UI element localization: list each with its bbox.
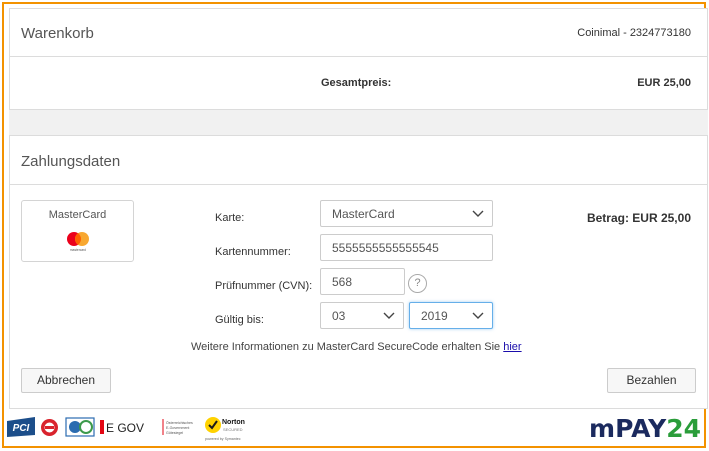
mpay-m: m <box>589 414 616 443</box>
chevron-down-icon <box>472 210 484 217</box>
mastercard-logo-text: mastercard <box>70 248 86 252</box>
payment-panel: Zahlungsdaten MasterCard mastercard Kart… <box>9 135 708 409</box>
mpay24-logo: mPAY24 <box>589 414 701 443</box>
norton-powered-by: powered by Symantec <box>205 437 241 441</box>
egov-logo-icon: E GOV <box>100 420 144 435</box>
card-label: Karte: <box>215 212 245 224</box>
egov-logo-text: E GOV <box>106 421 144 435</box>
checkout-frame: Warenkorb Coinimal - 2324773180 Gesamtpr… <box>2 2 708 450</box>
svg-text:Österreichisches: Österreichisches <box>166 421 193 425</box>
amount-label: Betrag: EUR 25,00 <box>586 211 691 225</box>
ecg-seal-icon <box>65 417 95 437</box>
cart-title: Warenkorb <box>21 25 94 42</box>
cvn-label: Prüfnummer (CVN): <box>215 280 313 292</box>
card-type-select[interactable]: MasterCard <box>320 200 493 227</box>
help-icon[interactable]: ? <box>408 274 427 293</box>
cart-panel: Warenkorb Coinimal - 2324773180 Gesamtpr… <box>9 8 708 110</box>
card-number-input[interactable]: 5555555555555545 <box>320 234 493 261</box>
valid-until-label: Gültig bis: <box>215 314 264 326</box>
svg-text:Gütesiegel: Gütesiegel <box>166 431 183 435</box>
footer-logos: PCI E GOV Österreichisches E-Government … <box>7 414 707 450</box>
section-divider <box>9 110 708 136</box>
mpay-24: 24 <box>666 414 701 443</box>
pay-button[interactable]: Bezahlen <box>607 368 696 393</box>
verified-seal-icon <box>41 419 58 436</box>
cvn-value: 568 <box>332 275 353 289</box>
card-type-value: MasterCard <box>332 207 395 221</box>
merchant-info: Coinimal - 2324773180 <box>577 27 691 39</box>
pci-logo-icon: PCI <box>7 417 35 437</box>
cvn-input[interactable]: 568 <box>320 268 405 295</box>
expiry-year-value: 2019 <box>421 309 448 323</box>
norton-title: Norton <box>222 419 245 426</box>
expiry-month-select[interactable]: 03 <box>320 302 404 329</box>
chevron-down-icon <box>472 312 484 319</box>
mpay-pay: PAY <box>615 414 667 443</box>
checkout-page: Warenkorb Coinimal - 2324773180 Gesamtpr… <box>9 8 708 409</box>
chevron-down-icon <box>383 312 395 319</box>
card-brand-box: MasterCard mastercard <box>21 200 134 262</box>
cart-header: Warenkorb Coinimal - 2324773180 <box>10 9 707 57</box>
egov-seal-text-icon: Österreichisches E-Government Gütesiegel <box>162 419 193 435</box>
pci-logo-text: PCI <box>13 423 30 434</box>
card-number-label: Kartennummer: <box>215 246 291 258</box>
payment-header: Zahlungsdaten <box>10 136 707 185</box>
payment-title: Zahlungsdaten <box>21 153 121 170</box>
norton-subtitle: SECURED <box>223 427 243 432</box>
norton-secured-icon: Norton SECURED powered by Symantec <box>205 417 245 441</box>
card-number-value: 5555555555555545 <box>332 241 439 255</box>
securecode-info-text: Weitere Informationen zu MasterCard Secu… <box>191 341 501 353</box>
securecode-info-link[interactable]: hier <box>503 341 521 353</box>
total-label: Gesamtpreis: <box>321 77 392 89</box>
securecode-info: Weitere Informationen zu MasterCard Secu… <box>191 341 522 353</box>
mastercard-icon: mastercard <box>67 232 89 252</box>
card-brand-name: MasterCard <box>48 209 107 221</box>
expiry-year-select[interactable]: 2019 <box>409 302 493 329</box>
svg-text:E-Government: E-Government <box>166 426 189 430</box>
expiry-month-value: 03 <box>332 309 346 323</box>
cancel-button[interactable]: Abbrechen <box>21 368 111 393</box>
total-value: EUR 25,00 <box>637 77 691 89</box>
